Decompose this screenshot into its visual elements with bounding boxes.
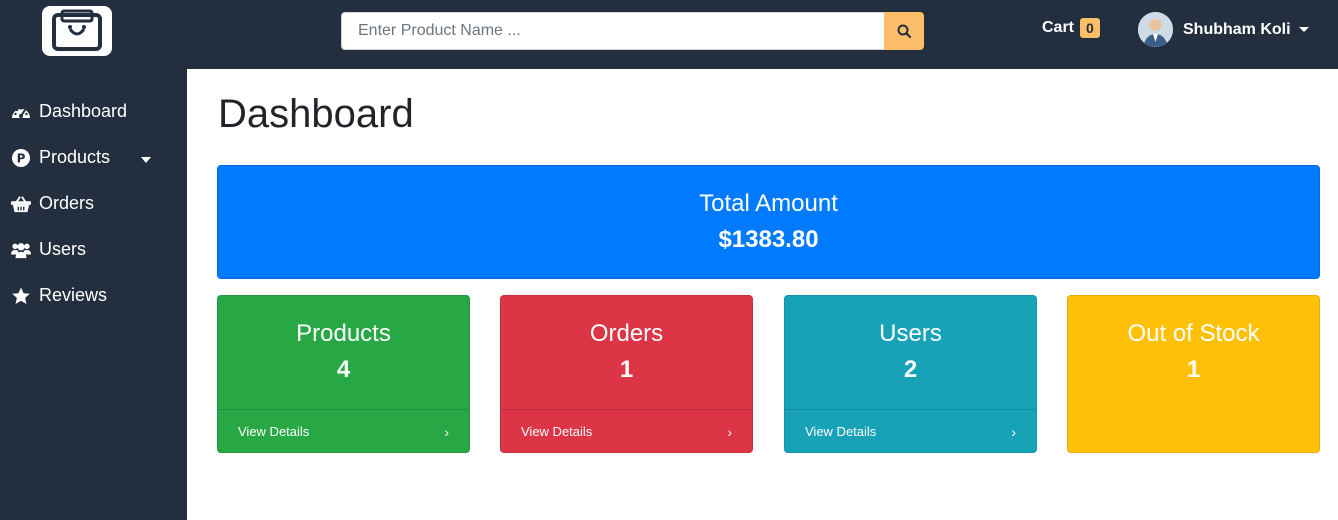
search-button[interactable] — [884, 12, 924, 50]
sidebar-item-label: Users — [39, 239, 87, 259]
star-icon — [11, 286, 31, 306]
top-navbar: Cart 0 Shubham Koli — [0, 0, 1338, 69]
user-menu-toggle[interactable]: Shubham Koli — [1138, 12, 1309, 47]
product-p-icon: P — [11, 148, 31, 168]
cart-label: Cart — [1042, 19, 1075, 36]
view-details-link[interactable]: View Details › — [501, 409, 752, 453]
svg-text:P: P — [17, 151, 26, 165]
users-icon — [11, 240, 31, 260]
sidebar-item-label: Dashboard — [39, 101, 128, 121]
view-details-label: View Details — [521, 424, 593, 439]
view-details-label: View Details — [805, 424, 877, 439]
sidebar-item-dashboard[interactable]: Dashboard — [11, 101, 127, 122]
user-name: Shubham Koli — [1183, 20, 1291, 38]
chevron-right-icon: › — [444, 423, 449, 440]
products-card: Products 4 View Details › — [217, 295, 470, 453]
card-label: Products — [296, 320, 391, 347]
user-avatar-icon — [1138, 12, 1173, 47]
view-details-label: View Details — [238, 424, 310, 439]
total-amount-card: Total Amount $1383.80 — [217, 165, 1320, 279]
card-value: 4 — [336, 356, 351, 383]
card-label: Out of Stock — [1127, 320, 1260, 347]
sidebar-item-label: Reviews — [39, 285, 108, 305]
search-bar — [341, 12, 924, 50]
chevron-right-icon: › — [727, 423, 732, 440]
card-value: 1 — [619, 356, 634, 383]
view-details-link[interactable]: View Details › — [785, 409, 1036, 453]
card-value: 1 — [1186, 356, 1201, 383]
chevron-right-icon: › — [1011, 423, 1016, 440]
sidebar-item-orders[interactable]: Orders — [11, 193, 94, 214]
total-amount-value: $1383.80 — [718, 226, 819, 253]
sidebar-item-reviews[interactable]: Reviews — [11, 285, 107, 306]
sidebar-item-label: Orders — [39, 193, 95, 213]
sidebar-item-label: Products — [39, 147, 111, 167]
users-card: Users 2 View Details › — [784, 295, 1037, 453]
out-of-stock-card: Out of Stock 1 — [1067, 295, 1320, 453]
card-label: Users — [879, 320, 942, 347]
page-title: Dashboard — [218, 92, 414, 136]
avatar — [1138, 12, 1173, 47]
cart-count-badge: 0 — [1080, 18, 1100, 38]
orders-card: Orders 1 View Details › — [500, 295, 753, 453]
chevron-down-icon — [1298, 27, 1309, 32]
shopping-basket-icon — [11, 194, 31, 214]
shop-logo[interactable] — [42, 6, 112, 56]
sidebar-item-products[interactable]: P Products — [11, 147, 110, 168]
cart-link[interactable]: Cart 0 — [1042, 18, 1100, 38]
shopping-bag-icon — [52, 9, 102, 51]
total-amount-label: Total Amount — [699, 190, 838, 217]
card-label: Orders — [589, 320, 664, 347]
sidebar-item-users[interactable]: Users — [11, 239, 86, 260]
chevron-down-icon[interactable] — [141, 157, 151, 163]
search-icon — [897, 24, 911, 38]
search-input[interactable] — [341, 12, 884, 50]
view-details-link[interactable]: View Details › — [218, 409, 469, 453]
card-value: 2 — [903, 356, 918, 383]
sidebar: Dashboard P Products Orders Users Review… — [0, 69, 187, 520]
tachometer-icon — [11, 102, 31, 122]
